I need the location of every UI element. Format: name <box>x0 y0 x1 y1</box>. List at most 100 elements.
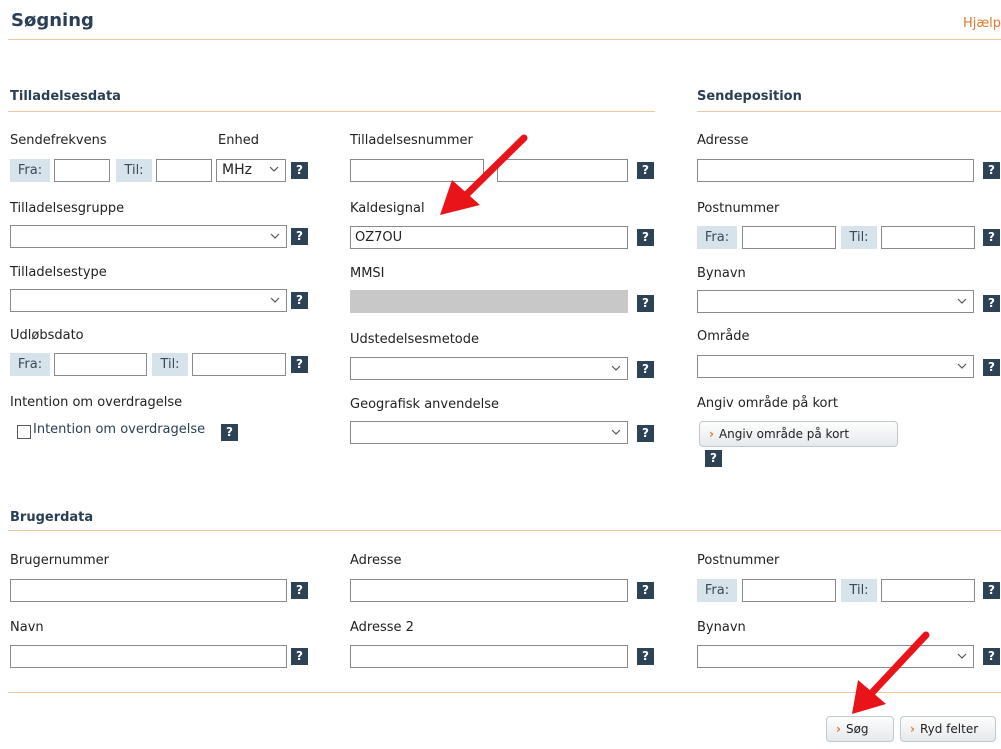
chevron-down-icon <box>957 653 967 659</box>
kaldesignal-input[interactable]: OZ7OU <box>350 226 628 249</box>
bruger-adresse-input[interactable] <box>350 579 628 602</box>
chevron-right-icon: › <box>709 427 714 441</box>
help-icon[interactable]: ? <box>637 425 654 442</box>
til-pill: Til: <box>152 353 188 376</box>
help-icon[interactable]: ? <box>637 295 654 312</box>
help-icon[interactable]: ? <box>291 648 308 665</box>
udloebsdato-til-input[interactable] <box>192 353 286 376</box>
label-intention: Intention om overdragelse <box>10 395 183 410</box>
bruger-bynavn-select[interactable] <box>697 645 974 668</box>
angiv-omraade-button-label: Angiv område på kort <box>718 427 850 441</box>
chevron-down-icon <box>611 365 621 371</box>
label-tilladelsestype: Tilladelsestype <box>10 265 107 280</box>
sendefrekvens-til-input[interactable] <box>156 159 212 182</box>
label-udstedelsesmetode: Udstedelsesmetode <box>350 332 480 347</box>
chevron-right-icon: › <box>910 722 915 736</box>
fra-pill: Fra: <box>697 579 737 602</box>
tilladelsesnummer-til-input[interactable] <box>497 159 628 182</box>
section-title-tilladelsesdata: Tilladelsesdata <box>10 89 121 104</box>
help-icon[interactable]: ? <box>983 648 1000 665</box>
page-title: Søgning <box>11 10 94 31</box>
help-icon[interactable]: ? <box>291 292 308 309</box>
chevron-down-icon <box>957 298 967 304</box>
ryd-felter-button[interactable]: › Ryd felter <box>900 716 996 742</box>
help-icon[interactable]: ? <box>637 582 654 599</box>
geografisk-select[interactable] <box>350 421 628 444</box>
soeg-button[interactable]: › Søg <box>826 716 894 742</box>
label-tilladelsesgruppe: Tilladelsesgruppe <box>10 201 125 216</box>
til-pill: Til: <box>841 226 877 249</box>
help-icon[interactable]: ? <box>291 356 308 373</box>
bruger-postnummer-fra-input[interactable] <box>742 579 836 602</box>
intention-checkbox-label[interactable]: Intention om overdragelse <box>33 422 205 437</box>
udstedelsesmetode-select[interactable] <box>350 357 628 380</box>
label-bruger-bynavn: Bynavn <box>697 620 746 635</box>
help-icon[interactable]: ? <box>291 228 308 245</box>
tilladelsesgruppe-select[interactable] <box>10 225 287 248</box>
sendefrekvens-fra-input[interactable] <box>54 159 110 182</box>
bruger-postnummer-til-input[interactable] <box>881 579 975 602</box>
footer-divider <box>8 692 1001 693</box>
help-link[interactable]: Hjælp <box>963 16 1001 31</box>
header-divider <box>8 39 1001 40</box>
fra-pill: Fra: <box>10 159 50 182</box>
help-icon[interactable]: ? <box>637 229 654 246</box>
help-icon[interactable]: ? <box>983 162 1000 179</box>
til-pill: Til: <box>841 579 877 602</box>
label-tilladelsesnummer: Tilladelsesnummer <box>350 133 473 148</box>
label-brugernummer: Brugernummer <box>10 553 110 568</box>
brugernummer-input[interactable] <box>10 579 287 602</box>
label-omraade: Område <box>697 329 750 344</box>
help-icon[interactable]: ? <box>291 582 308 599</box>
chevron-down-icon <box>269 166 279 172</box>
label-bruger-adresse: Adresse <box>350 553 402 568</box>
label-adresse: Adresse <box>697 133 749 148</box>
ryd-felter-button-label: Ryd felter <box>919 722 979 736</box>
label-bruger-postnummer: Postnummer <box>697 553 780 568</box>
section-title-brugerdata: Brugerdata <box>10 510 94 525</box>
sendeposition-adresse-input[interactable] <box>697 159 974 182</box>
help-icon[interactable]: ? <box>983 359 1000 376</box>
label-udloebsdato: Udløbsdato <box>10 328 84 343</box>
help-icon[interactable]: ? <box>637 162 654 179</box>
section-title-sendeposition: Sendeposition <box>697 89 802 104</box>
label-bynavn: Bynavn <box>697 266 746 281</box>
label-sendefrekvens: Sendefrekvens <box>10 133 107 148</box>
postnummer-til-input[interactable] <box>881 226 975 249</box>
help-icon[interactable]: ? <box>637 648 654 665</box>
section-divider-tilladelsesdata <box>8 111 655 112</box>
fra-pill: Fra: <box>697 226 737 249</box>
label-enhed: Enhed <box>218 133 259 148</box>
enhed-select[interactable]: MHz <box>216 159 286 182</box>
omraade-select[interactable] <box>697 355 974 378</box>
bynavn-select[interactable] <box>697 290 974 313</box>
chevron-right-icon: › <box>836 722 841 736</box>
chevron-down-icon <box>270 233 280 239</box>
section-divider-brugerdata <box>8 530 1001 531</box>
mmsi-input <box>350 290 628 313</box>
navn-input[interactable] <box>10 645 287 668</box>
angiv-omraade-button[interactable]: › Angiv område på kort <box>699 421 898 447</box>
udloebsdato-fra-input[interactable] <box>54 353 147 376</box>
help-icon[interactable]: ? <box>221 424 238 441</box>
help-icon[interactable]: ? <box>983 295 1000 312</box>
postnummer-fra-input[interactable] <box>742 226 836 249</box>
help-icon[interactable]: ? <box>637 361 654 378</box>
label-postnummer: Postnummer <box>697 201 780 216</box>
help-icon[interactable]: ? <box>291 162 308 179</box>
til-pill: Til: <box>116 159 152 182</box>
tilladelsesnummer-fra-input[interactable] <box>350 159 484 182</box>
chevron-down-icon <box>957 363 967 369</box>
help-icon[interactable]: ? <box>983 229 1000 246</box>
help-icon[interactable]: ? <box>705 450 722 467</box>
label-kaldesignal: Kaldesignal <box>350 201 425 216</box>
intention-checkbox[interactable] <box>17 425 31 439</box>
soeg-button-label: Søg <box>845 722 869 736</box>
adresse2-input[interactable] <box>350 645 628 668</box>
tilladelsestype-select[interactable] <box>10 289 287 312</box>
label-mmsi: MMSI <box>350 266 385 281</box>
chevron-down-icon <box>611 429 621 435</box>
help-icon[interactable]: ? <box>983 582 1000 599</box>
fra-pill: Fra: <box>10 353 50 376</box>
section-divider-sendeposition <box>697 111 1001 112</box>
